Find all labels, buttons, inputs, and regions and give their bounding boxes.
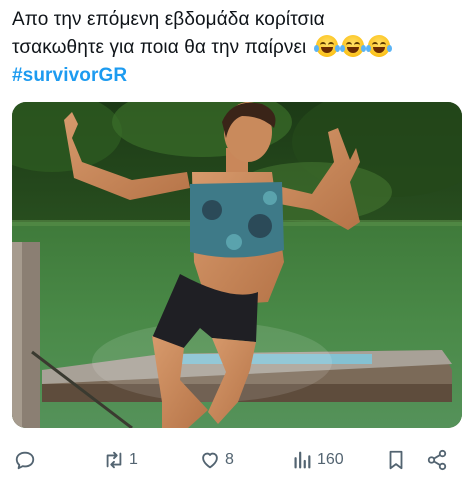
tweet-line-1: Απο την επόμενη εβδομάδα κορίτσια — [12, 9, 325, 30]
face-with-tears-of-joy-icon — [365, 35, 392, 57]
hashtag-link[interactable]: #survivorGR — [12, 62, 462, 90]
bookmark-button[interactable] — [385, 448, 407, 472]
share-button[interactable] — [426, 448, 448, 472]
face-with-tears-of-joy-icon — [313, 35, 340, 57]
heart-icon — [202, 452, 218, 469]
bookmark-icon — [389, 450, 403, 470]
views-icon — [294, 451, 311, 469]
views-count: 160 — [317, 451, 344, 468]
retweet-icon — [106, 451, 122, 469]
like-count: 8 — [225, 451, 234, 468]
tweet-action-bar: 1 8 160 — [0, 442, 474, 478]
retweet-count: 1 — [129, 451, 138, 468]
reply-button[interactable] — [14, 448, 36, 472]
retweet-button[interactable]: 1 — [103, 448, 138, 472]
share-icon — [427, 449, 447, 471]
reply-icon — [15, 451, 35, 470]
tweet-text: Απο την επόμενη εβδομάδα κορίτσια τσακωθ… — [12, 6, 462, 90]
tweet-line-2-text: τσακωθητε για ποια θα την παίρνει — [12, 37, 307, 58]
views-button[interactable]: 160 — [291, 448, 344, 472]
like-button[interactable]: 8 — [199, 448, 234, 472]
tweet-photo[interactable] — [12, 102, 462, 428]
tweet-line-2: τσακωθητε για ποια θα την παίρνει — [12, 34, 462, 62]
photo-woman-jumping-off-raft — [12, 102, 462, 428]
face-with-tears-of-joy-icon — [339, 35, 366, 57]
